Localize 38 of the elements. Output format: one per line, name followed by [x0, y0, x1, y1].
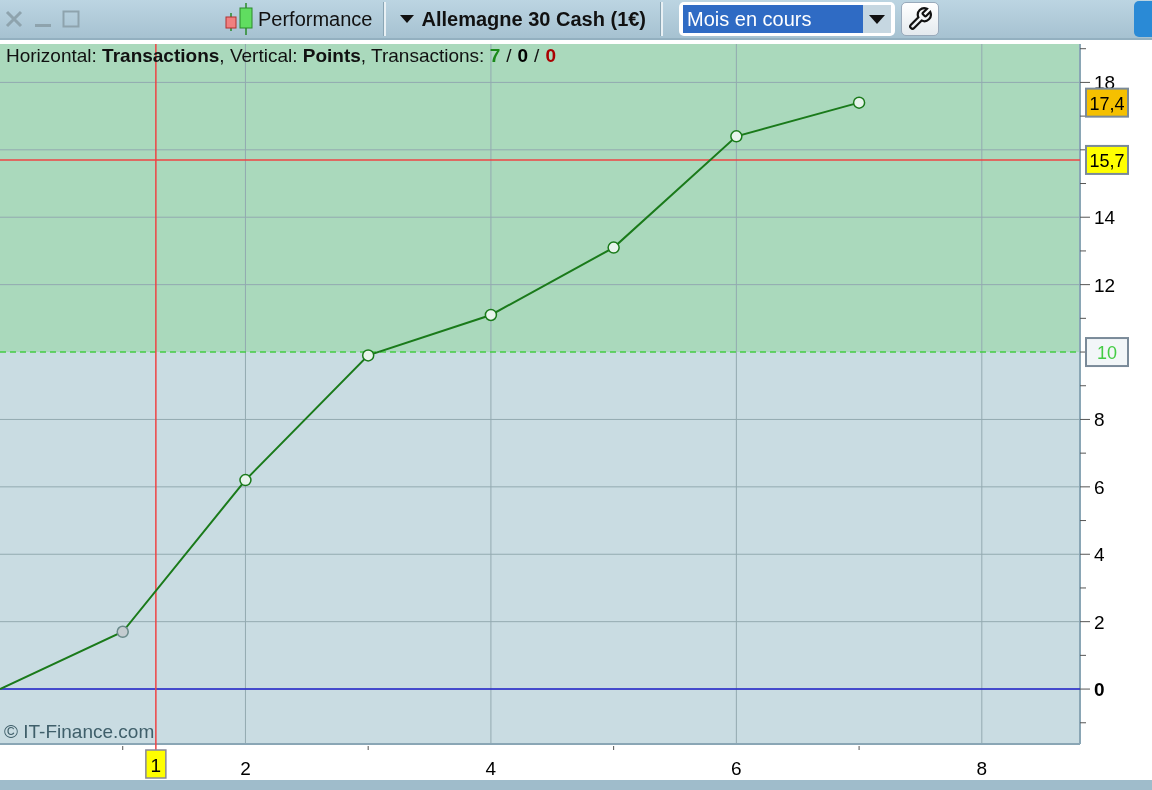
maximize-icon[interactable]	[62, 9, 80, 29]
dropdown-button[interactable]	[863, 5, 892, 33]
data-point	[607, 241, 620, 254]
candlestick-icon	[224, 3, 254, 35]
data-point	[239, 473, 252, 487]
data-point	[852, 96, 866, 109]
last-value-label: 17,4	[1085, 87, 1129, 118]
axis-label: 8	[976, 758, 988, 779]
axis-label: 6	[731, 758, 742, 779]
data-point	[484, 308, 498, 322]
axis-label: 0	[1094, 679, 1105, 701]
axis-label: 2	[240, 758, 251, 779]
axis-label: 8	[1094, 409, 1105, 431]
ref-line-label: 1	[150, 755, 162, 776]
axis-label: 4	[485, 758, 497, 779]
settings-button[interactable]	[901, 2, 940, 36]
instrument-dropdown[interactable]: Allemagne 30 Cash (1€)	[395, 7, 651, 31]
cursor-value-label: 15,7	[1085, 144, 1129, 175]
axis-label: 14	[1094, 207, 1116, 229]
axis-label: 2	[1094, 611, 1105, 633]
caret-icon	[399, 15, 414, 23]
axis-label: 12	[1094, 274, 1116, 296]
threshold-label: 10	[1085, 337, 1129, 368]
wrench-icon	[907, 6, 934, 32]
period-select[interactable]: Mois en cours	[679, 2, 896, 36]
axis-label: 6	[1094, 476, 1105, 498]
side-button[interactable]	[1134, 1, 1152, 37]
caret-icon	[869, 14, 886, 24]
cursor-x-label: 1	[145, 749, 167, 779]
ref-line-label: 10	[1096, 343, 1118, 364]
data-point	[116, 625, 129, 638]
data-point	[730, 130, 743, 143]
close-icon[interactable]	[4, 9, 24, 29]
window-title: Performance	[258, 7, 373, 31]
axis-label: 4	[1094, 544, 1105, 566]
ref-line-label: 15,7	[1089, 150, 1125, 171]
copyright-text: © IT-Finance.com	[4, 721, 155, 742]
data-point	[361, 349, 375, 362]
